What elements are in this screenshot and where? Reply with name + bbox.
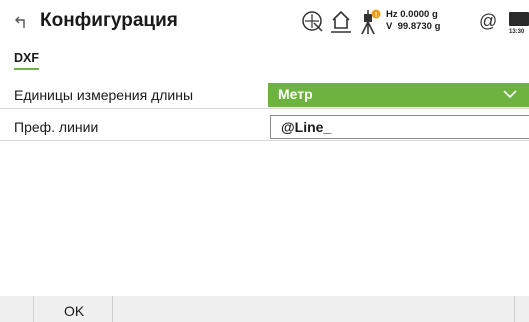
instrument-tripod-icon[interactable]: ! — [358, 8, 382, 36]
at-sign-icon[interactable]: @ — [479, 11, 497, 32]
prefix-label: Преф. линии — [14, 119, 99, 135]
softkey-bar: OK — [0, 296, 529, 322]
battery-icon — [509, 12, 529, 26]
ok-button[interactable]: OK — [33, 296, 113, 322]
units-row: Единицы измерения длины Метр — [0, 83, 529, 107]
chevron-down-icon — [503, 90, 517, 99]
back-arrow-icon[interactable] — [14, 14, 30, 30]
title-bar: Конфигурация ! Hz 0.0000 g V 99.8730 g @… — [0, 0, 529, 44]
softkey-divider — [514, 296, 515, 322]
home-station-icon[interactable] — [329, 9, 353, 35]
prefix-row: Преф. линии — [0, 115, 529, 139]
row-divider — [0, 108, 529, 109]
crosshair-target-icon[interactable] — [300, 9, 324, 33]
v-readout: V 99.8730 g — [386, 21, 441, 32]
units-selected-value: Метр — [278, 86, 313, 102]
ok-label: OK — [64, 303, 85, 319]
units-label: Единицы измерения длины — [14, 87, 194, 103]
units-dropdown[interactable]: Метр — [268, 83, 529, 107]
hz-readout: Hz 0.0000 g — [386, 9, 438, 20]
row-divider — [0, 140, 529, 141]
page-title: Конфигурация — [40, 10, 178, 31]
svg-text:!: ! — [375, 12, 377, 19]
clock-time: 13:30 — [509, 29, 525, 35]
angle-readout: Hz 0.0000 g V 99.8730 g — [386, 9, 440, 33]
tab-dxf[interactable]: DXF — [14, 51, 39, 70]
line-prefix-input[interactable] — [270, 115, 529, 139]
